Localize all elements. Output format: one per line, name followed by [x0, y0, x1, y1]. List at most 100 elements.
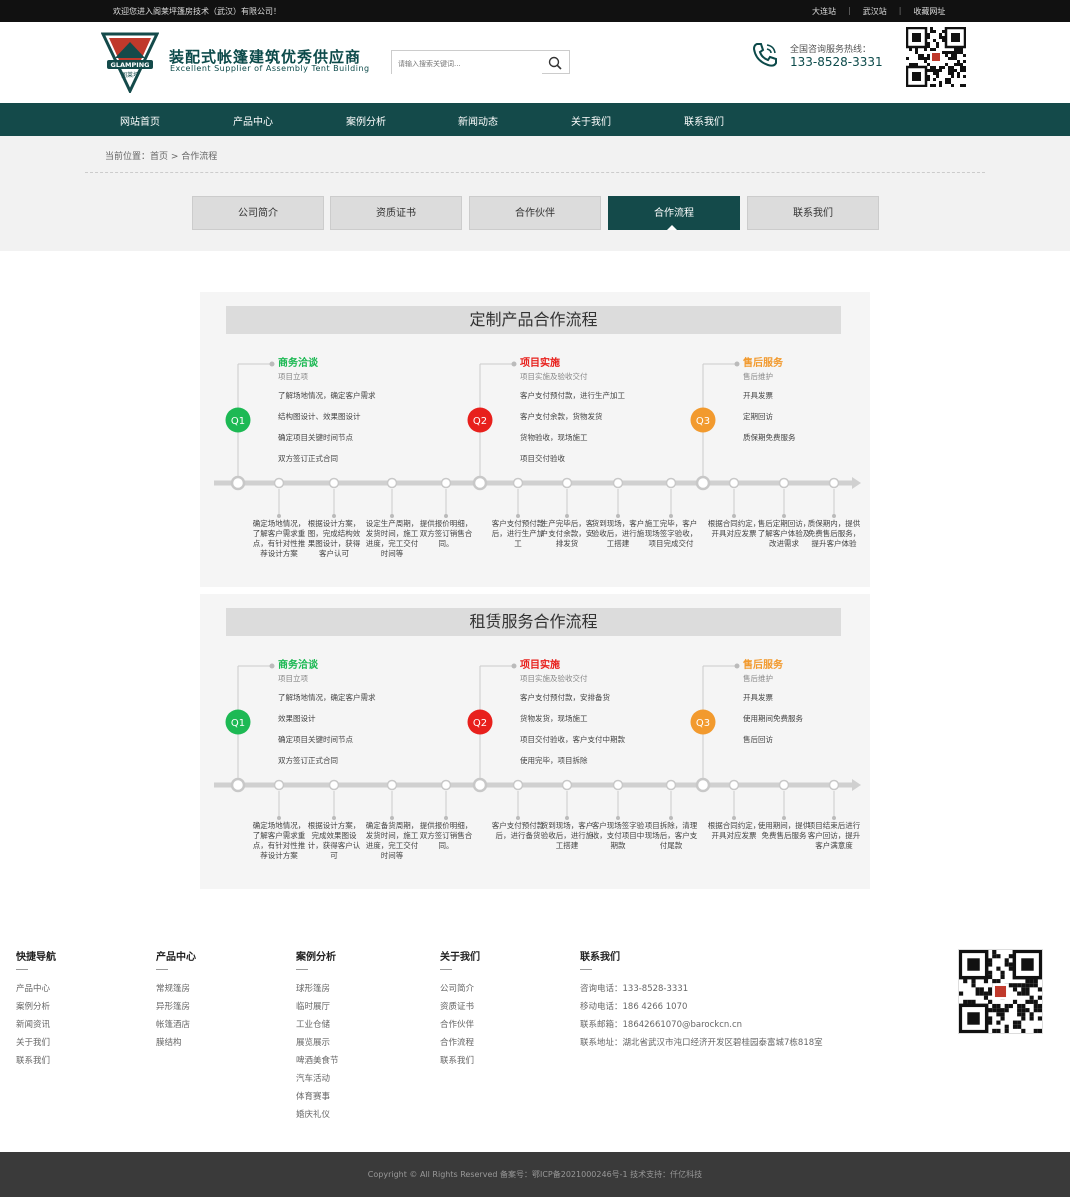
footer-link[interactable]: 关于我们 — [16, 1034, 56, 1052]
footer-link[interactable]: 帐篷酒店 — [156, 1016, 196, 1034]
phase-subtitle: 项目实施及验收交付 — [520, 372, 588, 381]
timeline-label: 根据设计方案，图，完成结构效果图设计，获得客户认可 — [307, 519, 361, 558]
brand-subtitle: Excellent Supplier of Assembly Tent Buil… — [170, 64, 370, 73]
footer-heading: 快捷导航 — [16, 952, 56, 963]
timeline-node — [440, 477, 452, 489]
footer-link[interactable]: 联系我们 — [440, 1052, 480, 1070]
footer-link[interactable]: 临时展厅 — [296, 998, 339, 1016]
footer-link[interactable]: 产品中心 — [16, 980, 56, 998]
phase-title: 商务洽谈 — [278, 660, 318, 671]
timeline-label: 根据设计方案，完成效果图设计，获得客户认可 — [307, 821, 361, 860]
timeline-label: 提供报价明细，双方签订销售合同。 — [419, 821, 473, 850]
timeline-node — [230, 777, 246, 793]
footer-link[interactable]: 球形篷房 — [296, 980, 339, 998]
nav-products[interactable]: 产品中心 — [233, 113, 273, 128]
label-dot — [782, 816, 786, 820]
rental-service-process: 租赁服务合作流程 Q1 Q2 Q3 商务洽谈 项目立项 了解场地情况，确定客户需求 效果图设… — [200, 594, 870, 889]
phase-step: 确定项目关键时间节点 — [278, 735, 353, 744]
phase-title: 商务洽谈 — [278, 358, 318, 369]
link-dalian[interactable]: 大连站 — [800, 6, 848, 17]
label-dot — [832, 514, 836, 518]
hotline-label: 全国咨询服务热线： — [790, 45, 872, 55]
search-box — [391, 50, 570, 75]
phase-step: 项目交付验收，客户支付中期款 — [520, 735, 625, 744]
timeline-label: 确定场地情况，了解客户需求重点，有针对性推荐设计方案 — [252, 821, 306, 860]
timeline-label: 确定场地情况，了解客户需求重点，有针对性推荐设计方案 — [252, 519, 306, 558]
footer-link[interactable]: 新闻资讯 — [16, 1016, 56, 1034]
timeline-label: 设定生产周期，发货时间，施工进度，完工交付时间等 — [365, 519, 419, 558]
nav-about[interactable]: 关于我们 — [571, 113, 611, 128]
footer-link[interactable]: 膜结构 — [156, 1034, 196, 1052]
footer-link[interactable]: 体育赛事 — [296, 1088, 339, 1106]
timeline-node — [612, 477, 624, 489]
phase-badge-label: Q2 — [473, 416, 487, 427]
label-dot — [444, 816, 448, 820]
phase-badge-label: Q3 — [696, 718, 710, 729]
footer-link[interactable]: 常规篷房 — [156, 980, 196, 998]
footer-link[interactable]: 展览展示 — [296, 1034, 339, 1052]
footer-email[interactable]: 联系邮箱：18642661070@barockcn.cn — [580, 1016, 823, 1034]
tab-contact-us[interactable]: 联系我们 — [747, 196, 879, 230]
link-wuhan[interactable]: 武汉站 — [851, 6, 899, 17]
timeline-node — [512, 477, 524, 489]
timeline-node — [440, 779, 452, 791]
phase-subtitle: 项目立项 — [278, 674, 308, 683]
footer-link[interactable]: 异形篷房 — [156, 998, 196, 1016]
phase-step: 使用期间免费服务 — [743, 714, 803, 723]
glamping-logo[interactable]: GLAMPING 阁莱坪 — [101, 30, 159, 93]
qr-code-icon — [906, 27, 966, 87]
custom-product-process: 定制产品合作流程 Q1 Q2 Q3 商务洽谈 项目立项 了解场地情况，确定客户需求 结构图设… — [200, 292, 870, 587]
nav-home[interactable]: 网站首页 — [120, 113, 160, 128]
search-input[interactable] — [392, 53, 542, 75]
link-bookmark[interactable]: 收藏网址 — [901, 6, 957, 17]
footer-link[interactable]: 汽车活动 — [296, 1070, 339, 1088]
phase-badge-label: Q1 — [231, 416, 245, 427]
footer-link[interactable]: 婚庆礼仪 — [296, 1106, 339, 1124]
nav-contact[interactable]: 联系我们 — [684, 113, 724, 128]
label-dot — [616, 514, 620, 518]
phase-dot — [511, 663, 517, 669]
footer-link[interactable]: 公司简介 — [440, 980, 480, 998]
phase-dot — [269, 663, 275, 669]
timeline-node — [386, 477, 398, 489]
logo-text: GLAMPING — [111, 61, 150, 69]
label-dot — [277, 514, 281, 518]
top-bar: 欢迎您进入阁莱坪篷房技术（武汉）有限公司！ 大连站 | 武汉站 | 收藏网址 — [0, 0, 1070, 22]
footer-heading: 产品中心 — [156, 952, 196, 963]
phase-title: 售后服务 — [743, 358, 783, 369]
hotline-number: 133-8528-3331 — [790, 55, 883, 69]
footer-link[interactable]: 合作流程 — [440, 1034, 480, 1052]
copyright-bar: Copyright © All Rights Reserved 备案号：鄂ICP… — [0, 1152, 1070, 1197]
main-nav: 网站首页 产品中心 案例分析 新闻动态 关于我们 联系我们 — [0, 103, 1070, 136]
timeline-node — [695, 777, 711, 793]
timeline-node — [561, 477, 573, 489]
label-dot — [444, 514, 448, 518]
nav-news[interactable]: 新闻动态 — [458, 113, 498, 128]
timeline-node — [778, 779, 790, 791]
tab-company-intro[interactable]: 公司简介 — [192, 196, 324, 230]
label-dot — [732, 514, 736, 518]
tab-certificates[interactable]: 资质证书 — [330, 196, 462, 230]
footer-link[interactable]: 合作伙伴 — [440, 1016, 480, 1034]
footer-link[interactable]: 工业仓储 — [296, 1016, 339, 1034]
footer-link[interactable]: 案例分析 — [16, 998, 56, 1016]
label-dot — [616, 816, 620, 820]
phase-step: 客户支付预付款，安排备货 — [520, 693, 610, 702]
nav-cases[interactable]: 案例分析 — [346, 113, 386, 128]
phase-subtitle: 项目实施及验收交付 — [520, 674, 588, 683]
tab-partners[interactable]: 合作伙伴 — [469, 196, 601, 230]
phase-title: 项目实施 — [520, 660, 560, 671]
search-icon[interactable] — [547, 55, 563, 71]
timeline-node — [328, 779, 340, 791]
divider — [85, 172, 985, 173]
footer-link[interactable]: 啤酒美食节 — [296, 1052, 339, 1070]
footer-link[interactable]: 资质证书 — [440, 998, 480, 1016]
phase-subtitle: 售后维护 — [743, 372, 773, 381]
logo-sub: 阁莱坪 — [121, 71, 139, 79]
label-dot — [390, 816, 394, 820]
phase-step: 结构图设计、效果图设计 — [278, 412, 361, 421]
label-dot — [390, 514, 394, 518]
footer-qr-code-icon — [958, 949, 1043, 1034]
timeline-label: 货到现场，客户验收后，进行施工搭建 — [591, 519, 645, 548]
footer-link[interactable]: 联系我们 — [16, 1052, 56, 1070]
